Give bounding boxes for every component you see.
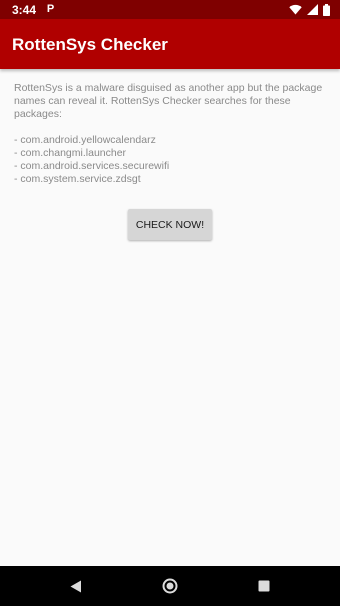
app-title: RottenSys Checker: [12, 35, 168, 54]
package-item: - com.android.services.securewifi: [14, 160, 170, 172]
package-item: - com.changmi.launcher: [14, 147, 127, 159]
package-item: - com.android.yellowcalendarz: [14, 134, 156, 146]
battery-icon: [323, 3, 330, 16]
status-bar: 3:44 P: [0, 0, 340, 19]
check-now-button[interactable]: CHECK NOW!: [128, 209, 212, 240]
signal-icon: [307, 4, 318, 15]
status-icons: [289, 3, 330, 16]
home-icon[interactable]: [160, 576, 180, 596]
recents-icon[interactable]: [254, 576, 274, 596]
navigation-bar: [0, 566, 340, 606]
back-icon[interactable]: [66, 576, 86, 596]
main-content: RottenSys is a malware disguised as anot…: [14, 82, 326, 186]
app-bar: RottenSys Checker: [0, 19, 340, 69]
package-item: - com.system.service.zdsgt: [14, 173, 141, 185]
notification-p-icon: P: [46, 3, 55, 15]
status-time: 3:44: [12, 3, 37, 17]
wifi-icon: [289, 4, 302, 15]
package-list: - com.android.yellowcalendarz - com.chan…: [14, 134, 326, 186]
description-text: RottenSys is a malware disguised as anot…: [14, 82, 323, 120]
